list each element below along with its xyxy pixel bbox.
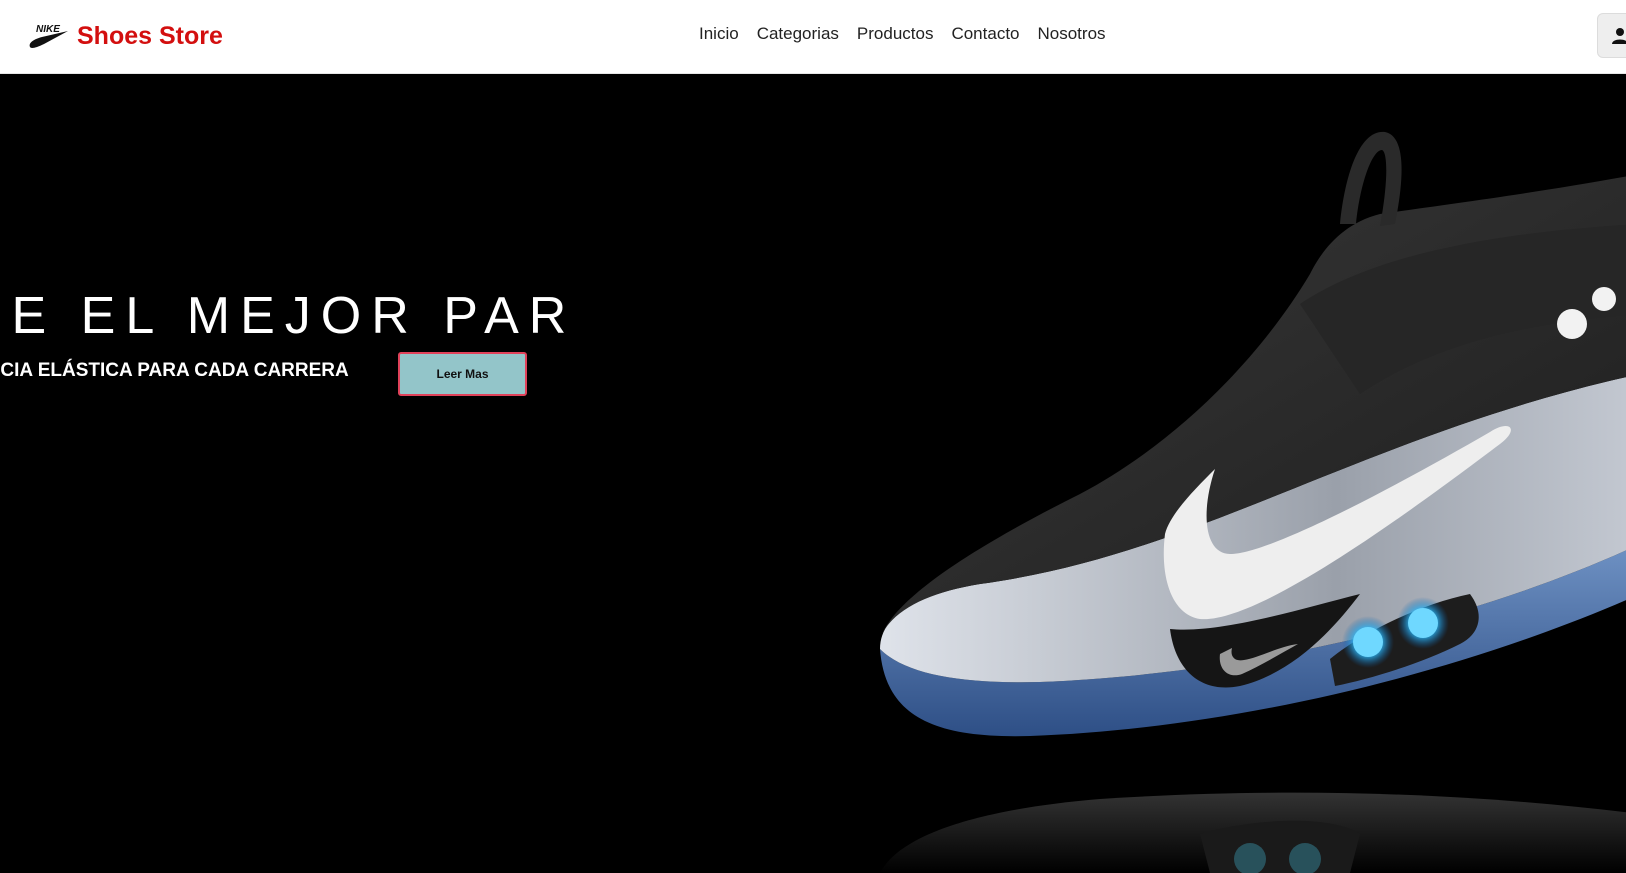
- nav-link-productos[interactable]: Productos: [848, 24, 943, 44]
- hero-banner: UE EL MEJOR PAR ENCIA ELÁSTICA PARA CADA…: [0, 74, 1626, 873]
- main-nav: Inicio Categorias Productos Contacto Nos…: [690, 24, 1115, 44]
- read-more-button[interactable]: Leer Mas: [398, 352, 527, 396]
- nike-sneaker-image: [880, 131, 1626, 873]
- brand-name: Shoes Store: [77, 21, 223, 50]
- nav-link-inicio[interactable]: Inicio: [690, 24, 748, 44]
- brand-link[interactable]: NIKE Shoes Store: [28, 16, 223, 56]
- navbar: NIKE Shoes Store Inicio Categorias Produ…: [0, 0, 1626, 74]
- hero-title: UE EL MEJOR PAR: [0, 287, 577, 345]
- nav-link-contacto[interactable]: Contacto: [942, 24, 1028, 44]
- svg-text:NIKE: NIKE: [36, 24, 60, 35]
- nav-link-nosotros[interactable]: Nosotros: [1029, 24, 1115, 44]
- user-account-button[interactable]: [1597, 13, 1626, 58]
- nav-link-categorias[interactable]: Categorias: [748, 24, 848, 44]
- hero-subtitle: ENCIA ELÁSTICA PARA CADA CARRERA: [0, 360, 349, 381]
- nike-swoosh-icon: NIKE: [29, 24, 68, 48]
- user-icon: [1612, 28, 1626, 44]
